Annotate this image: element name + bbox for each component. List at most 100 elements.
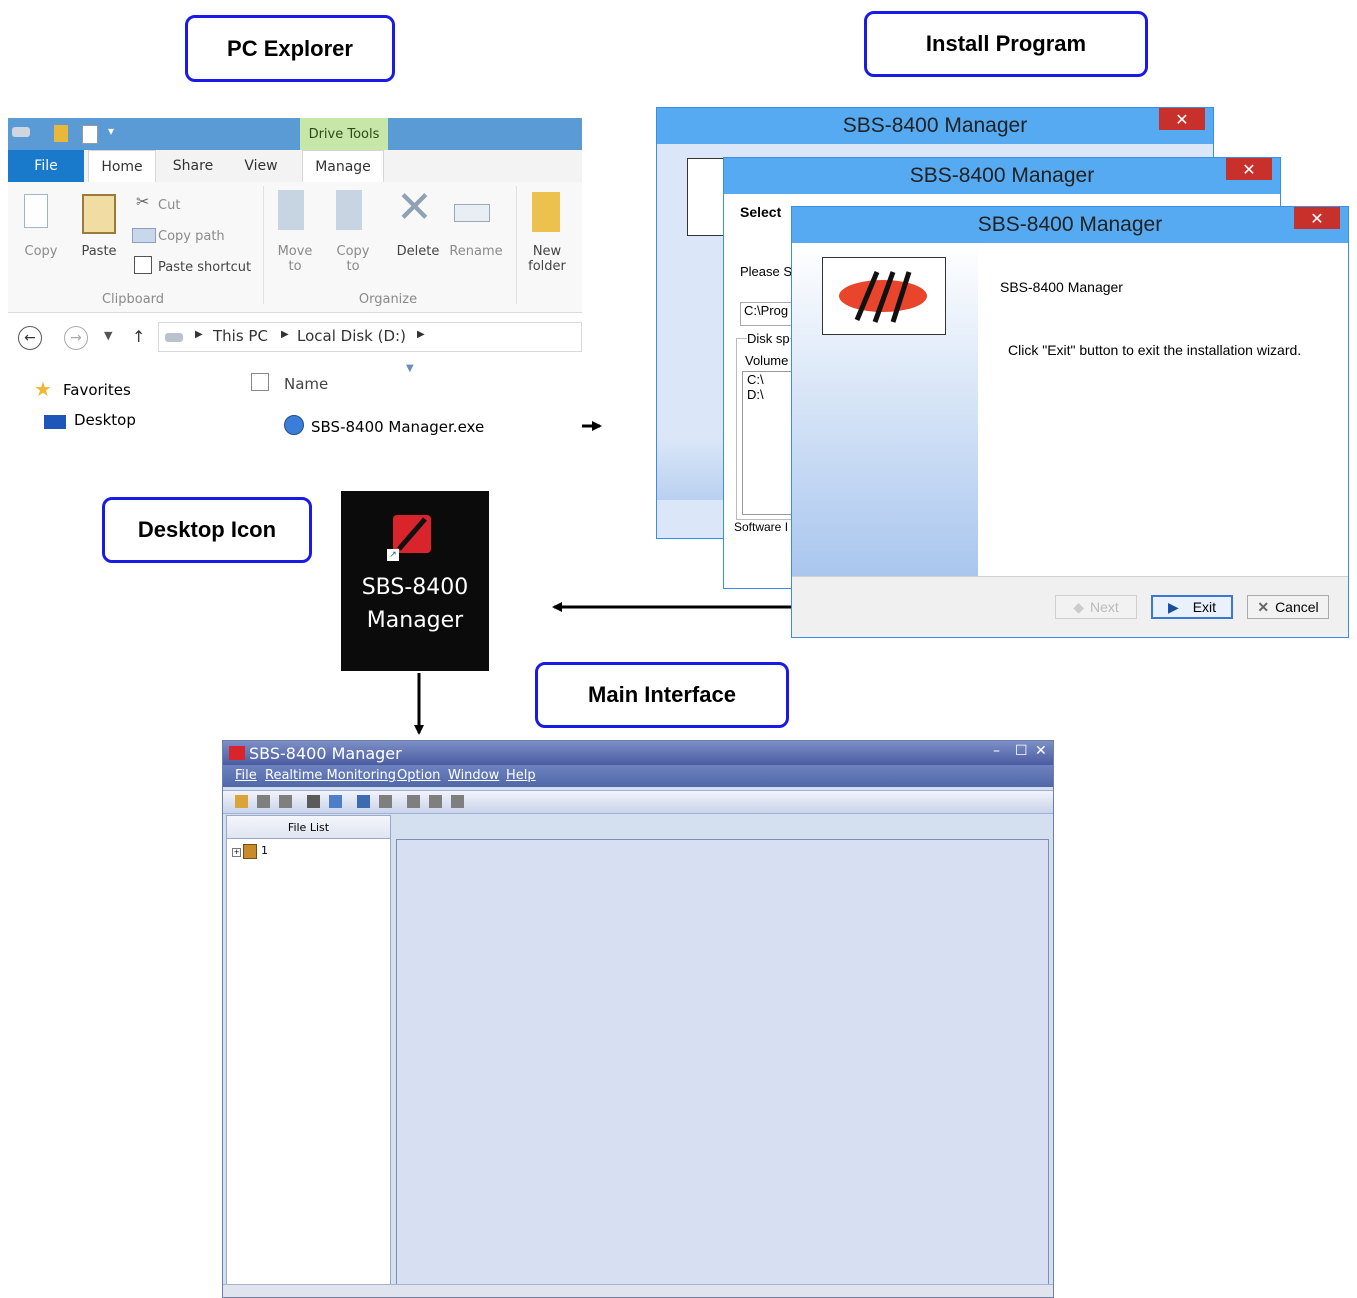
tab-file[interactable]: File xyxy=(8,150,84,182)
address-bar: ← → ▼ ↑ ▶ This PC ▶ Local Disk (D:) ▶ xyxy=(8,320,582,356)
new-folder-icon[interactable] xyxy=(532,192,560,232)
explorer-titlebar: ▾ xyxy=(8,118,582,150)
paste-button[interactable]: Paste xyxy=(72,244,126,259)
drive-tools-header: Drive Tools xyxy=(300,118,388,150)
delete-icon[interactable]: ✕ xyxy=(396,184,433,232)
paste-icon[interactable] xyxy=(82,194,116,234)
menu-file[interactable]: File xyxy=(235,768,257,783)
exit-arrow-icon: ▶ xyxy=(1167,598,1179,615)
rename-icon[interactable] xyxy=(454,204,490,222)
disk-space-label: Disk sp xyxy=(747,331,790,346)
installer-dialog-title: SBS-8400 Manager xyxy=(657,108,1213,144)
tree-expand-icon[interactable]: + xyxy=(232,848,241,857)
installer-product-name: SBS-8400 Manager xyxy=(1000,279,1123,295)
ribbon-divider xyxy=(516,186,517,304)
drive-icon xyxy=(12,127,30,137)
print-icon[interactable] xyxy=(279,795,292,808)
folder-icon[interactable] xyxy=(54,125,68,142)
close-button[interactable]: ✕ xyxy=(1159,108,1205,130)
new-folder-button[interactable]: New folder xyxy=(522,244,572,274)
settings-icon[interactable] xyxy=(379,795,392,808)
nav-desktop[interactable]: Desktop xyxy=(74,411,136,429)
nav-favorites[interactable]: Favorites xyxy=(63,381,131,399)
toolbar xyxy=(223,790,1053,814)
edit-icon[interactable] xyxy=(307,795,320,808)
clipboard-group-label: Clipboard xyxy=(101,292,165,307)
installer-logo xyxy=(822,257,946,335)
menu-realtime-monitoring[interactable]: Realtime Monitoring xyxy=(265,768,396,783)
tree-item[interactable]: 1 xyxy=(261,844,268,857)
brand-logo-icon xyxy=(839,271,927,323)
app-logo-icon xyxy=(229,746,245,760)
menu-bar: File Realtime Monitoring Option Window H… xyxy=(223,765,1053,787)
breadcrumb-separator-icon: ▶ xyxy=(195,329,203,340)
cascade-icon[interactable] xyxy=(451,795,464,808)
rename-button[interactable]: Rename xyxy=(448,244,504,259)
organize-group-label: Organize xyxy=(358,292,418,307)
properties-icon[interactable] xyxy=(82,125,98,144)
copy-icon[interactable] xyxy=(24,194,48,228)
back-arrow-icon[interactable]: ← xyxy=(18,326,42,350)
paste-shortcut-icon[interactable] xyxy=(134,256,152,274)
up-arrow-icon[interactable]: ↑ xyxy=(132,327,145,346)
save-icon[interactable] xyxy=(257,795,270,808)
desktop-icon-small xyxy=(44,415,66,429)
paste-shortcut-button[interactable]: Paste shortcut xyxy=(158,260,251,275)
status-bar xyxy=(223,1284,1053,1297)
maximize-button[interactable]: ☐ xyxy=(1015,743,1028,759)
sort-chevron-icon: ▼ xyxy=(406,363,414,374)
tab-manage[interactable]: Manage xyxy=(302,150,384,183)
move-to-button[interactable]: Move to xyxy=(270,244,320,274)
menu-option[interactable]: Option xyxy=(397,768,440,783)
breadcrumb-local-disk[interactable]: Local Disk (D:) xyxy=(297,327,406,345)
copy-path-icon[interactable] xyxy=(132,228,156,243)
close-button[interactable]: ✕ xyxy=(1035,743,1047,759)
next-button[interactable]: ◆ Next xyxy=(1055,595,1137,619)
move-to-icon[interactable] xyxy=(278,190,304,230)
breadcrumb[interactable]: ▶ This PC ▶ Local Disk (D:) ▶ xyxy=(158,322,582,352)
select-all-checkbox[interactable] xyxy=(251,373,269,391)
close-button[interactable]: ✕ xyxy=(1226,158,1272,180)
quick-access-dropdown-icon[interactable]: ▾ xyxy=(108,124,114,138)
minimize-button[interactable]: – xyxy=(993,743,1000,759)
installer-dialog-exit: SBS-8400 Manager ✕ SBS-8400 Manager Clic… xyxy=(791,206,1349,638)
copy-path-button[interactable]: Copy path xyxy=(158,229,225,244)
breadcrumb-this-pc[interactable]: This PC xyxy=(213,327,268,345)
window-icon[interactable] xyxy=(407,795,420,808)
recent-dropdown-icon[interactable]: ▼ xyxy=(104,329,112,342)
copy-button[interactable]: Copy xyxy=(14,244,68,259)
copy-to-icon[interactable] xyxy=(336,190,362,230)
desktop-shortcut[interactable]: ↗ SBS-8400 Manager xyxy=(341,491,489,671)
cut-button[interactable]: Cut xyxy=(158,198,180,213)
breadcrumb-separator-icon: ▶ xyxy=(417,329,425,340)
close-button[interactable]: ✕ xyxy=(1294,207,1340,229)
tile-icon[interactable] xyxy=(429,795,442,808)
menu-help[interactable]: Help xyxy=(506,768,536,783)
volume-header: Volume xyxy=(745,353,789,368)
installer-file[interactable]: SBS-8400 Manager.exe xyxy=(311,418,484,436)
menu-window[interactable]: Window xyxy=(448,768,499,783)
ribbon-divider xyxy=(263,186,264,304)
breadcrumb-separator-icon: ▶ xyxy=(281,329,289,340)
installer-exit-message: Click "Exit" button to exit the installa… xyxy=(1008,342,1302,358)
cancel-button[interactable]: ✕ Cancel xyxy=(1247,595,1329,619)
delete-button[interactable]: Delete xyxy=(390,244,446,259)
file-list-header: File List xyxy=(227,816,390,839)
please-text: Please S xyxy=(740,264,793,279)
tab-share[interactable]: Share xyxy=(164,150,222,182)
monitor-icon[interactable] xyxy=(357,795,370,808)
forward-arrow-icon[interactable]: → xyxy=(64,326,88,350)
tab-view[interactable]: View xyxy=(234,150,288,182)
tab-home[interactable]: Home xyxy=(88,150,156,183)
column-name-header[interactable]: Name xyxy=(284,375,328,393)
select-heading: Select xyxy=(740,204,782,220)
device-icon xyxy=(243,844,257,859)
installer-dialog-title: SBS-8400 Manager xyxy=(792,207,1348,243)
exit-button[interactable]: ▶ Exit xyxy=(1151,595,1233,619)
copy-to-button[interactable]: Copy to xyxy=(328,244,378,274)
open-icon[interactable] xyxy=(235,795,248,808)
installer-file-icon xyxy=(284,415,304,435)
file-list-panel: File List + 1 xyxy=(226,815,391,1285)
cut-icon[interactable]: ✂ xyxy=(136,192,149,211)
transfer-icon[interactable] xyxy=(329,795,342,808)
